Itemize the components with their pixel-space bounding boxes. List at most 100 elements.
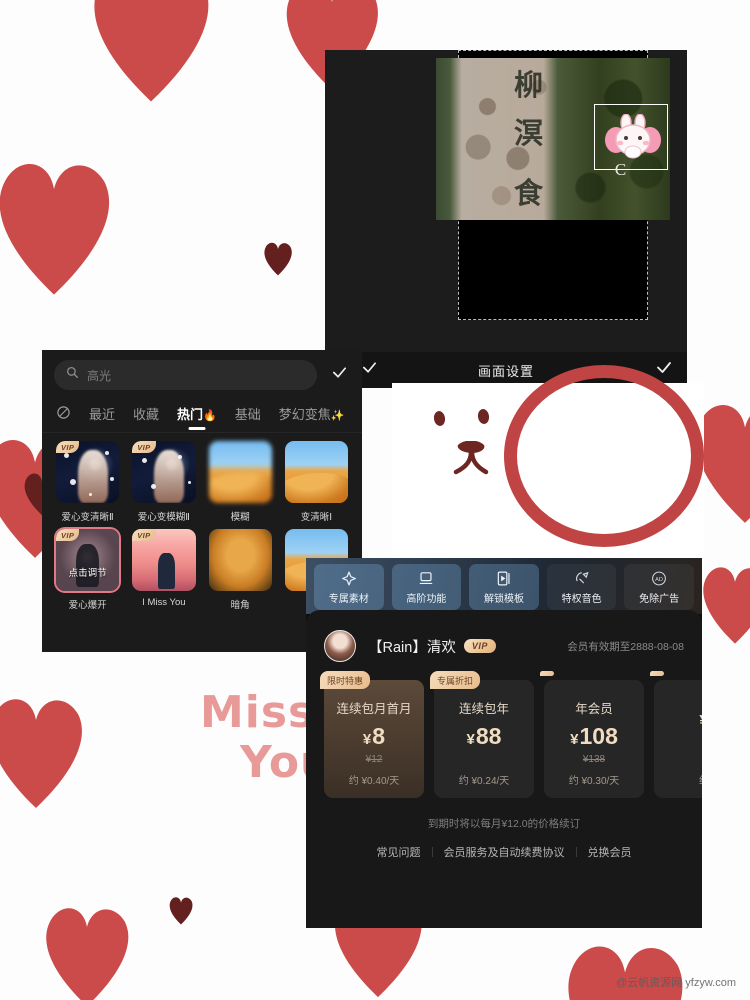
effect-item[interactable]: 模糊 (208, 441, 272, 523)
effect-thumbnail[interactable] (208, 441, 272, 503)
plan-price: ¥88 (467, 725, 502, 748)
plan-per-day: 约 ¥0.40/天 (348, 776, 400, 787)
price-value: 108 (579, 723, 618, 749)
effect-thumbnail[interactable]: VIP (132, 529, 196, 591)
watermark-text: @云帆资源网 yfzyw.com (616, 977, 736, 989)
search-input[interactable]: 高光 (54, 360, 317, 390)
plan-card[interactable]: 年会员 ¥108 ¥138 约 ¥0.30/天 (540, 671, 644, 798)
effect-thumbnail[interactable] (284, 441, 348, 503)
heart-doodle-small (169, 897, 193, 925)
plan-badge (540, 671, 554, 676)
tab-dream-zoom[interactable]: 梦幻变焦✨ (279, 404, 345, 430)
sparkle-icon: ✨ (330, 410, 345, 422)
video-editor-window: 柳 溟 食 C 画面设置 (325, 50, 687, 388)
membership-expiry-label: 会员有效期至2888-08-08 (567, 640, 684, 653)
tab-popular-label: 热门 (177, 407, 204, 422)
vip-tag: VIP (56, 529, 80, 541)
vip-tag: VIP (132, 441, 156, 453)
plan-card[interactable]: 限时特惠 连续包月首月 ¥8 ¥12 约 ¥0.40/天 (320, 671, 424, 798)
vip-membership-panel: 专属素材 高阶功能 解锁模板 特权音色 AD 免除广告 【Rain】清欢 VIP… (306, 558, 702, 928)
effect-thumbnail[interactable]: VIP (56, 441, 120, 503)
canvas-photo[interactable]: 柳 溟 食 (436, 58, 670, 220)
currency-symbol: ¥ (699, 712, 702, 729)
price-value: 88 (475, 723, 502, 749)
plan-price: ¥ (699, 706, 702, 729)
miss-doodle-text: Miss (200, 687, 316, 738)
vip-tag: VIP (56, 441, 80, 453)
white-sticker-sheet (392, 365, 704, 571)
footer-links: 常见问题 会员服务及自动续费协议 兑换会员 (306, 844, 702, 860)
plan-per-day: 约 (699, 772, 702, 787)
currency-symbol: ¥ (362, 731, 372, 748)
heart-doodle (46, 908, 129, 1000)
effect-thumbnail[interactable]: VIP 点击调节 (56, 529, 120, 591)
heart-doodle-small (264, 242, 292, 276)
tab-popular[interactable]: 热门🔥 (177, 404, 217, 430)
heart-doodle (0, 164, 110, 295)
effect-label: 爱心爆开 (68, 600, 107, 611)
flame-icon: 🔥 (203, 410, 217, 422)
sparkle-star-icon (340, 570, 358, 587)
no-filter-icon (56, 406, 71, 423)
plan-original-price: ¥12 (365, 754, 383, 765)
effect-item[interactable]: 暗角 (208, 529, 272, 611)
link-redeem-membership[interactable]: 兑换会员 (577, 844, 643, 860)
heart-doodle (568, 946, 683, 1000)
plan-per-day: 约 ¥0.24/天 (458, 776, 510, 787)
tab-active-indicator (188, 427, 206, 430)
benefit-unlock-templates[interactable]: 解锁模板 (469, 564, 539, 610)
check-icon[interactable] (655, 359, 673, 382)
benefit-no-ads[interactable]: AD 免除广告 (624, 564, 694, 610)
plan-badge: 专属折扣 (430, 671, 481, 689)
check-icon[interactable] (331, 364, 348, 386)
effect-item[interactable]: VIP 爱心变模糊Ⅱ (132, 441, 196, 523)
effect-thumbnail[interactable]: VIP (132, 441, 196, 503)
bear-eye-right (477, 408, 490, 425)
benefit-privileged-voice[interactable]: 特权音色 (546, 564, 617, 610)
link-membership-agreement[interactable]: 会员服务及自动续费协议 (433, 844, 576, 860)
tab-favorites[interactable]: 收藏 (133, 404, 159, 430)
benefit-advanced-features[interactable]: 高阶功能 (391, 564, 462, 610)
effect-label: 暗角 (230, 600, 250, 611)
heart-doodle (0, 699, 82, 808)
plan-card[interactable]: 专属折扣 连续包年 ¥88 约 ¥0.24/天 (430, 671, 534, 798)
effect-item[interactable]: 变清晰Ⅰ (284, 441, 348, 523)
tab-no-filter[interactable] (56, 405, 71, 430)
effect-item-selected[interactable]: VIP 点击调节 爱心爆开 (56, 529, 120, 611)
link-faq[interactable]: 常见问题 (366, 844, 432, 860)
plan-name: 连续包月首月 (336, 702, 412, 716)
effect-label: 爱心变清晰Ⅱ (61, 512, 114, 523)
stone-char: 食 (514, 176, 544, 210)
heart-doodle (703, 567, 750, 644)
red-circle-doodle (504, 365, 704, 547)
vip-content-card: 【Rain】清欢 VIP 会员有效期至2888-08-08 限时特惠 连续包月首… (306, 610, 702, 928)
price-value: 8 (372, 723, 386, 749)
effect-label: I Miss You (142, 597, 186, 608)
sticker-selection-frame[interactable] (594, 104, 668, 170)
tab-basic[interactable]: 基础 (235, 404, 261, 430)
vip-hero-banner: 专属素材 高阶功能 解锁模板 特权音色 AD 免除广告 (306, 558, 702, 614)
benefit-label: 解锁模板 (483, 593, 524, 605)
profile-row: 【Rain】清欢 VIP 会员有效期至2888-08-08 (306, 610, 702, 662)
plan-name: 年会员 (575, 702, 613, 716)
editor-canvas[interactable]: 柳 溟 食 C (380, 50, 670, 320)
plan-price: ¥8 (363, 725, 385, 748)
stone-char: 柳 (514, 68, 544, 102)
rotate-handle[interactable]: C (611, 161, 630, 180)
no-ad-icon: AD (650, 570, 668, 587)
adjust-hint-label: 点击调节 (68, 568, 107, 579)
plan-card-partial[interactable]: ¥ 约 (650, 671, 702, 798)
effect-item[interactable]: VIP 爱心变清晰Ⅱ (56, 441, 120, 523)
effect-item[interactable]: VIP I Miss You (132, 529, 196, 611)
plan-price: ¥108 (570, 725, 618, 748)
user-avatar[interactable] (324, 630, 356, 662)
thumb-subject (77, 449, 108, 503)
effect-thumbnail[interactable] (208, 529, 272, 591)
template-icon (495, 570, 513, 587)
benefit-exclusive-assets[interactable]: 专属素材 (314, 564, 384, 610)
benefit-label: 特权音色 (561, 593, 602, 605)
plan-per-day: 约 ¥0.30/天 (568, 776, 620, 787)
benefit-label: 专属素材 (328, 593, 369, 605)
bear-muzzle (453, 441, 489, 475)
tab-recent[interactable]: 最近 (89, 404, 115, 430)
